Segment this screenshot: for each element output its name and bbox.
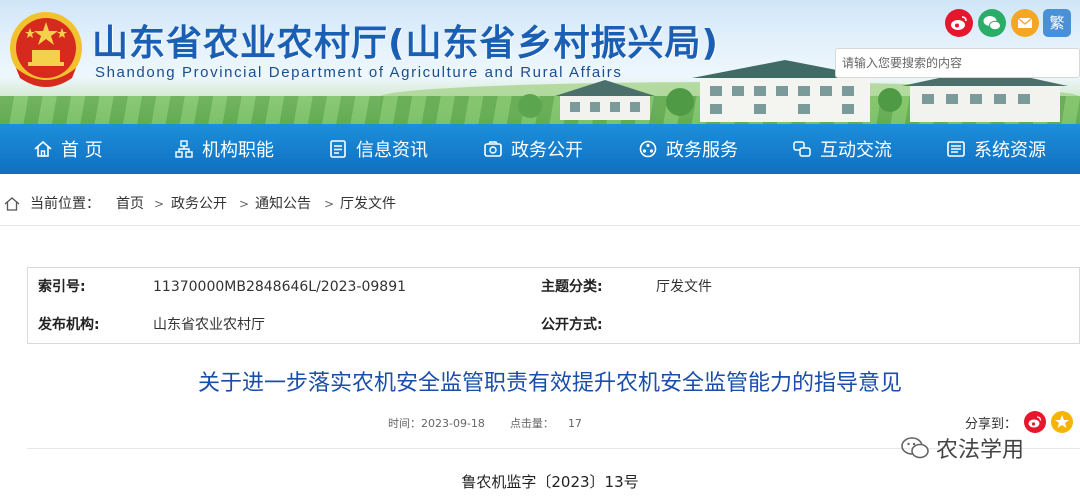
publisher-value: 山东省农业农村厅 (153, 317, 265, 333)
nav-item-resource[interactable]: 系统资源 (946, 124, 1046, 174)
home-icon (34, 140, 52, 157)
views-label: 点击量： (509, 417, 554, 430)
nav-label: 信息资讯 (356, 140, 428, 161)
share-label: 分享到： (965, 417, 1018, 432)
search-input[interactable] (835, 48, 1080, 78)
document-number: 鲁农机监字〔2023〕13号 (461, 473, 639, 491)
mail-icon (1017, 17, 1033, 28)
breadcrumb-separator: > (154, 197, 165, 211)
time-label: 时间： (388, 417, 421, 430)
topic-value: 厅发文件 (656, 279, 712, 295)
resource-icon (947, 141, 965, 157)
service-icon (639, 140, 657, 158)
document-meta-table: 索引号: 11370000MB2848646L/2023-09891 主题分类:… (27, 267, 1080, 344)
nav-item-open-gov[interactable]: 政务公开 (483, 124, 583, 174)
breadcrumb-separator: > (324, 197, 335, 211)
nav-item-home[interactable]: 首 页 (33, 124, 103, 174)
home-icon (4, 197, 20, 211)
index-label: 索引号: (38, 279, 86, 295)
views-value: 17 (567, 417, 582, 430)
index-value: 11370000MB2848646L/2023-09891 (153, 279, 407, 295)
wechat-icon (983, 16, 1001, 31)
wechat-icon (901, 437, 929, 459)
article-meta-line: 时间：2023-09-18 点击量： 17 (388, 415, 582, 431)
org-icon (175, 140, 193, 158)
topic-label: 主题分类: (541, 279, 603, 295)
wechat-share-button[interactable] (978, 9, 1006, 37)
breadcrumb-prefix: 当前位置： (30, 196, 100, 212)
nav-label: 系统资源 (974, 140, 1046, 161)
traditional-chinese-button[interactable]: 繁 (1043, 9, 1071, 37)
breadcrumb-item-notice[interactable]: 通知公告 (255, 196, 311, 212)
document-icon (330, 140, 346, 158)
open-method-label: 公开方式: (541, 317, 603, 333)
nav-item-interaction[interactable]: 互动交流 (792, 124, 892, 174)
breadcrumb-item-dept-docs[interactable]: 厅发文件 (340, 196, 396, 212)
main-nav: 首 页 机构职能 信息资讯 政务公开 政务服务 互动交流 系统资源 (0, 124, 1080, 174)
nav-item-info[interactable]: 信息资讯 (328, 124, 428, 174)
interaction-icon (793, 141, 811, 157)
time-value: 2023-09-18 (421, 417, 485, 430)
nav-label: 首 页 (61, 140, 103, 161)
nav-label: 机构职能 (202, 140, 274, 161)
star-icon (1055, 415, 1069, 428)
weibo-share-button[interactable] (1024, 411, 1046, 433)
watermark-text: 农法学用 (936, 438, 1025, 463)
header-banner: 山东省农业农村厅(山东省乡村振兴局) Shandong Provincial D… (0, 0, 1080, 124)
nav-label: 政务服务 (666, 140, 738, 161)
article-title: 关于进一步落实农机安全监管职责有效提升农机安全监管能力的指导意见 (197, 371, 902, 396)
breadcrumb-item-home[interactable]: 首页 (116, 196, 144, 212)
nav-item-service[interactable]: 政务服务 (638, 124, 738, 174)
publisher-label: 发布机构: (38, 317, 100, 333)
breadcrumb-item-open-gov[interactable]: 政务公开 (171, 196, 227, 212)
nav-item-org[interactable]: 机构职能 (174, 124, 274, 174)
nav-label: 政务公开 (511, 140, 583, 161)
breadcrumb: 当前位置： 首页 > 政务公开 > 通知公告 > 厅发文件 (0, 174, 1080, 226)
wechat-watermark: 农法学用 (900, 432, 1024, 464)
nav-label: 互动交流 (820, 140, 892, 161)
open-gov-icon (484, 141, 502, 157)
weibo-icon (951, 16, 967, 30)
breadcrumb-separator: > (239, 197, 250, 211)
weibo-share-button[interactable] (945, 9, 973, 37)
favorite-share-button[interactable] (1051, 411, 1073, 433)
mail-share-button[interactable] (1011, 9, 1039, 37)
weibo-icon (1028, 416, 1042, 428)
national-emblem-icon (10, 12, 82, 87)
